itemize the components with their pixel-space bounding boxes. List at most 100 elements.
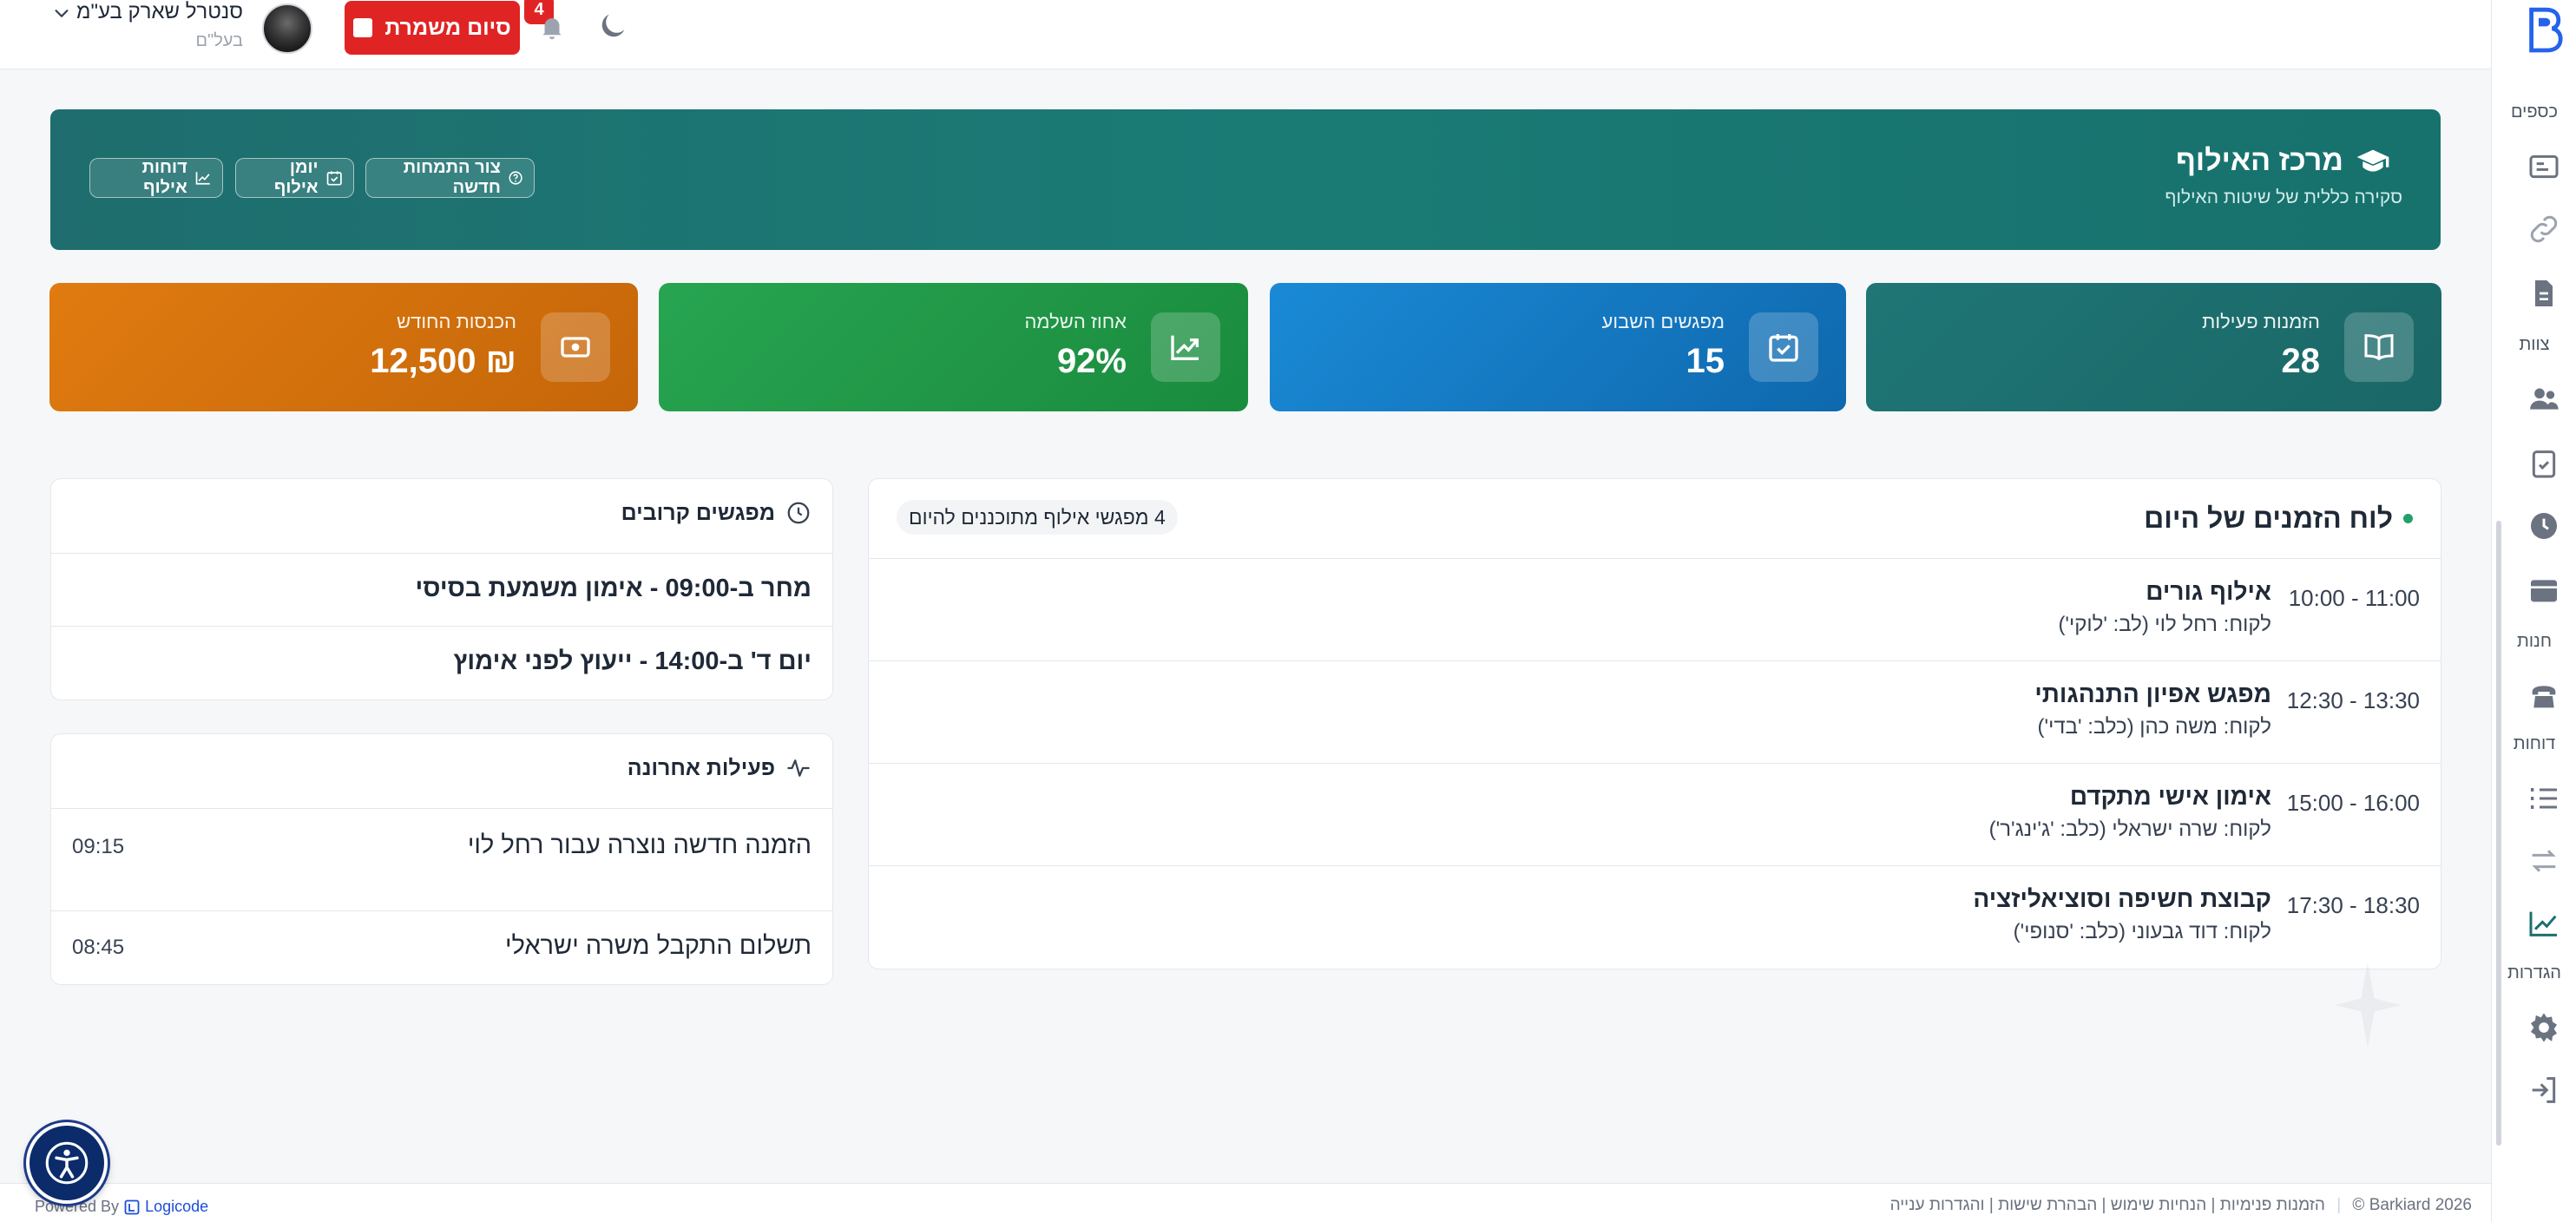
- page-title-text: מרכז האילוף: [2175, 144, 2343, 177]
- activity-text: הזמנה חדשה נוצרה עבור רחל לוי: [467, 831, 812, 859]
- sidebar-label-reports[interactable]: דוחות: [2495, 734, 2573, 754]
- footer-separator: |: [2336, 1196, 2342, 1214]
- users-icon[interactable]: [2527, 382, 2561, 417]
- training-reports-label: דוחות אילוף: [141, 158, 187, 197]
- user-menu[interactable]: סנטרל שארק בע"מ בעל"ם: [52, 0, 243, 61]
- top-bar: סנטרל שארק בע"מ בעל"ם סיום משמרת 4: [0, 0, 2491, 69]
- sidebar-label-shop[interactable]: חנות: [2495, 632, 2573, 652]
- upcoming-title-text: מפגשים קרובים: [621, 500, 775, 525]
- session-time: 10:00 - 11:00: [2288, 585, 2420, 611]
- training-diary-button[interactable]: יומן אילוף: [235, 158, 354, 198]
- gear-icon[interactable]: [2527, 1010, 2561, 1045]
- session-title: אילוף גורים: [2146, 578, 2271, 605]
- upcoming-item[interactable]: מחר ב-09:00 - אימון משמעת בסיסי: [51, 554, 832, 627]
- transfer-icon[interactable]: [2527, 844, 2561, 878]
- stat-value: 92%: [1056, 342, 1127, 380]
- session-time: 15:00 - 16:00: [2286, 790, 2420, 816]
- help-circle-icon: [509, 171, 522, 185]
- logout-icon[interactable]: [2527, 1073, 2561, 1107]
- session-title: מפגש אפיון התנהגותי: [2034, 680, 2271, 707]
- trending-up-icon: [1151, 312, 1220, 382]
- schedule-row[interactable]: 15:00 - 16:00 אימון אישי מתקדם לקוח: שרה…: [869, 764, 2441, 866]
- create-specialization-button[interactable]: צור התמחות חדשה: [365, 158, 535, 198]
- training-diary-label: יומן אילוף: [273, 158, 319, 197]
- upcoming-title: מפגשים קרובים: [621, 500, 812, 526]
- schedule-header: לוח הזמנים של היום 4 מפגשי אילוף מתוכנני…: [869, 479, 2441, 559]
- session-client: לקוח: שרה ישראלי (כלב: 'ג'ינג'ר'): [1988, 818, 2271, 841]
- store-icon[interactable]: [2527, 573, 2561, 608]
- session-title: אימון אישי מתקדם: [2069, 783, 2271, 810]
- activity-item[interactable]: הזמנה חדשה נוצרה עבור רחל לוי 09:15: [51, 809, 832, 911]
- sidebar: כספים צוות חנות דוחות הגדרות: [2491, 0, 2576, 1222]
- stat-active-orders[interactable]: הזמנות פעילות 28: [1866, 283, 2441, 411]
- stat-monthly-revenue[interactable]: הכנסות החודש ₪ 12,500: [49, 283, 638, 411]
- chevron-down-icon[interactable]: [52, 3, 71, 23]
- footer-links: © Barkiard 2026 | הזמנות פנימיות | הנחיו…: [1890, 1196, 2472, 1215]
- sidebar-label-team[interactable]: צוות: [2495, 335, 2573, 355]
- activity-pulse-icon: [787, 759, 810, 777]
- stat-label: הזמנות פעילות: [2202, 311, 2320, 332]
- money-icon: [541, 312, 610, 382]
- activity-time: 09:15: [72, 835, 125, 858]
- activity-time: 08:45: [72, 936, 125, 959]
- schedule-list: 10:00 - 11:00 אילוף גורים לקוח: רחל לוי …: [869, 559, 2441, 969]
- upcoming-item-text: מחר ב-09:00 - אימון משמעת בסיסי: [415, 575, 812, 602]
- stat-label: הכנסות החודש: [397, 311, 516, 332]
- clock-history-icon: [787, 502, 810, 524]
- user-name: סנטרל שארק בע"מ: [76, 0, 243, 23]
- bell-icon[interactable]: [537, 12, 567, 42]
- moon-icon[interactable]: [595, 9, 630, 43]
- stat-completion-rate[interactable]: אחוז השלמה 92%: [659, 283, 1248, 411]
- session-client: לקוח: רחל לוי (לב: 'לוקי'): [2058, 613, 2271, 636]
- logicode-link[interactable]: Logicode: [145, 1198, 208, 1216]
- schedule-row[interactable]: 10:00 - 11:00 אילוף גורים לקוח: רחל לוי …: [869, 559, 2441, 661]
- upcoming-header: מפגשים קרובים: [51, 479, 832, 554]
- schedule-row[interactable]: 12:30 - 13:30 מפגש אפיון התנהגותי לקוח: …: [869, 661, 2441, 764]
- clock-icon[interactable]: [2527, 509, 2561, 543]
- upcoming-item[interactable]: יום ד' ב-14:00 - ייעוץ לפני אימוץ: [51, 627, 832, 700]
- avatar[interactable]: [262, 3, 312, 54]
- list-icon[interactable]: [2527, 781, 2561, 816]
- session-client: לקוח: משה כהן (כלב: 'בדי'): [2037, 715, 2271, 739]
- document-icon[interactable]: [2527, 276, 2561, 311]
- end-shift-button[interactable]: סיום משמרת: [345, 1, 520, 55]
- sessions-count-badge: 4 מפגשי אילוף מתוכננים להיום: [897, 500, 1178, 535]
- activity-item[interactable]: תשלום התקבל משרה ישראלי 08:45: [51, 911, 832, 984]
- recent-activity-card: פעילות אחרונה הזמנה חדשה נוצרה עבור רחל …: [50, 733, 833, 985]
- session-client: לקוח: דוד גבעוני (כלב: 'סנופי'): [2013, 920, 2271, 943]
- training-reports-button[interactable]: דוחות אילוף: [89, 158, 223, 198]
- schedule-title-text: לוח הזמנים של היום: [2144, 503, 2393, 534]
- activity-title-text: פעילות אחרונה: [627, 755, 775, 780]
- sidebar-label-finance[interactable]: כספים: [2495, 102, 2573, 122]
- sparkle-decoration-icon: [2335, 962, 2401, 1048]
- graduation-cap-icon: [2356, 149, 2389, 172]
- stop-icon: [353, 18, 373, 37]
- chart-line-icon: [195, 172, 210, 185]
- footer-copyright: © Barkiard 2026: [2352, 1196, 2472, 1214]
- sidebar-scrollbar[interactable]: [2496, 521, 2501, 1146]
- accessibility-icon: [45, 1141, 89, 1185]
- logo-icon[interactable]: [2523, 3, 2565, 56]
- chart-line-icon[interactable]: [2527, 906, 2561, 941]
- stat-label: אחוז השלמה: [1024, 311, 1127, 332]
- clipboard-check-icon[interactable]: [2527, 446, 2561, 481]
- hero-banner: מרכז האילוף סקירה כללית של שיטות האילוף …: [50, 109, 2441, 250]
- id-card-icon[interactable]: [2527, 149, 2561, 184]
- user-role: בעל"ם: [195, 31, 243, 50]
- upcoming-sessions-card: מפגשים קרובים מחר ב-09:00 - אימון משמעת …: [50, 478, 833, 700]
- book-icon: [2344, 312, 2414, 382]
- phone-icon[interactable]: [2527, 679, 2561, 713]
- sidebar-label-settings[interactable]: הגדרות: [2495, 963, 2573, 983]
- schedule-row[interactable]: 17:30 - 18:30 קבוצת חשיפה וסוציאליזציה ל…: [869, 866, 2441, 970]
- accessibility-button[interactable]: [26, 1122, 108, 1204]
- page-title: מרכז האילוף: [2176, 144, 2390, 178]
- schedule-card: לוח הזמנים של היום 4 מפגשי אילוף מתוכנני…: [868, 478, 2441, 969]
- end-shift-label: סיום משמרת: [384, 15, 511, 40]
- stat-weekly-sessions[interactable]: מפגשים השבוע 15: [1270, 283, 1846, 411]
- calendar-check-icon: [1749, 312, 1818, 382]
- link-icon[interactable]: [2527, 212, 2561, 246]
- create-specialization-label: צור התמחות חדשה: [403, 158, 501, 197]
- footer-nav-links[interactable]: הזמנות פנימיות | הנחיות שימוש | הבהרת שי…: [1890, 1196, 2325, 1214]
- calendar-check-icon: [326, 171, 342, 186]
- session-time: 17:30 - 18:30: [2286, 892, 2420, 918]
